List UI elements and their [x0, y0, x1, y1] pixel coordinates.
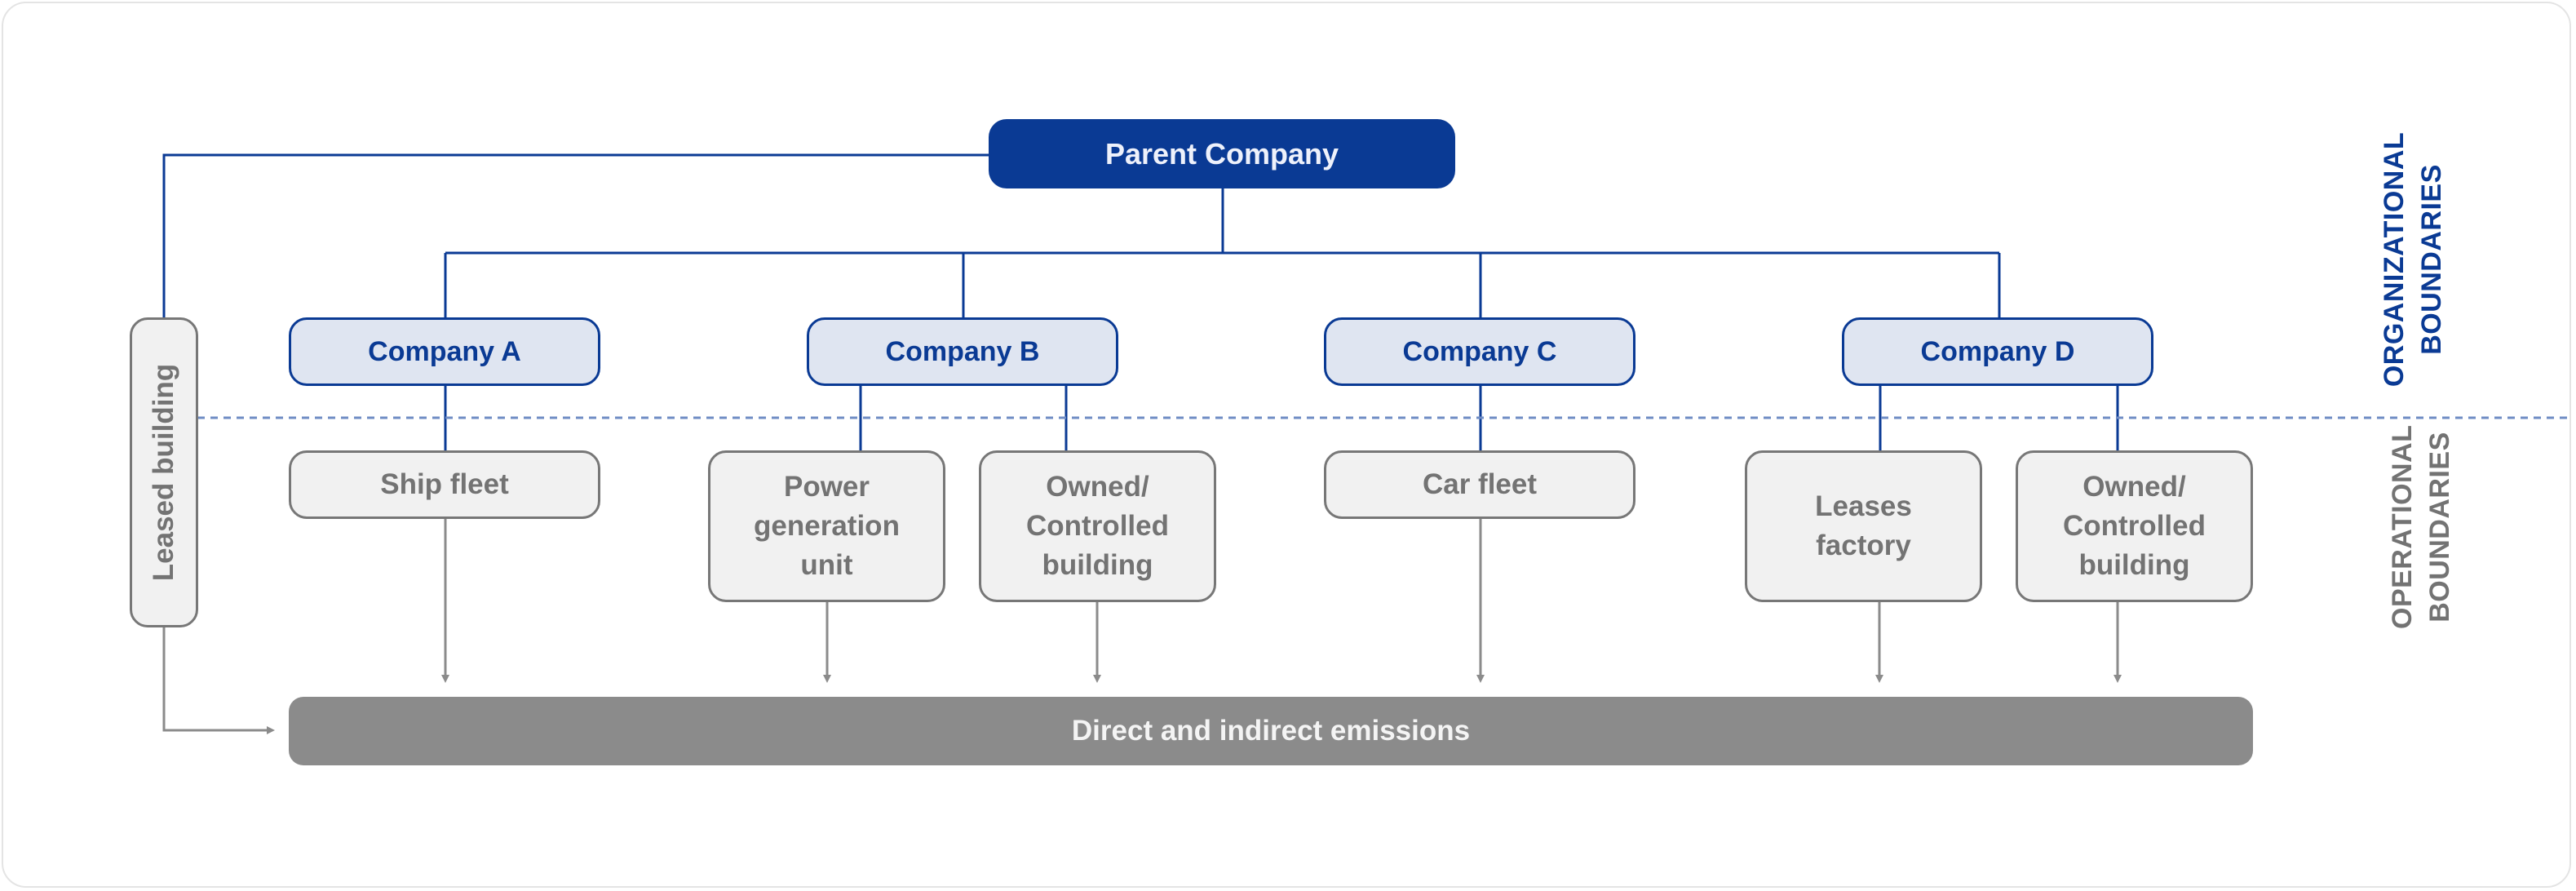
emissions-node[interactable]: Direct and indirect emissions	[289, 697, 2253, 765]
ship-fleet-node[interactable]: Ship fleet	[289, 450, 600, 519]
parent-company-node[interactable]: Parent Company	[989, 119, 1455, 188]
owned-controlled-building-b-node[interactable]: Owned/ Controlled building	[979, 450, 1216, 602]
leases-factory-node[interactable]: Leases factory	[1745, 450, 1982, 602]
owned-controlled-building-d-node[interactable]: Owned/ Controlled building	[2016, 450, 2253, 602]
owned-building-d-line-2: Controlled	[2063, 510, 2206, 542]
owned-building-d-line-1: Owned/	[2082, 471, 2186, 503]
power-generation-unit-node[interactable]: Power generation unit	[708, 450, 945, 602]
organizational-line-2: BOUNDARIES	[2416, 164, 2447, 355]
owned-building-b-line-1: Owned/	[1046, 471, 1149, 503]
company-d-label: Company D	[1920, 335, 2075, 367]
power-generation-line-1: Power	[783, 471, 870, 503]
arrow-leased-emissions	[162, 627, 275, 734]
emissions-label: Direct and indirect emissions	[1071, 715, 1471, 747]
parent-company-label: Parent Company	[1104, 136, 1339, 171]
operational-line-1: OPERATIONAL	[2387, 424, 2418, 629]
power-generation-line-3: unit	[800, 549, 853, 581]
power-generation-line-2: generation	[754, 510, 900, 542]
car-fleet-label: Car fleet	[1422, 468, 1538, 500]
company-d-node[interactable]: Company D	[1842, 317, 2153, 386]
leased-building-label: Leased building	[148, 363, 179, 582]
leases-factory-line-2: factory	[1816, 530, 1911, 561]
company-a-label: Company A	[368, 335, 521, 367]
ship-fleet-label: Ship fleet	[380, 468, 509, 500]
company-b-label: Company B	[885, 335, 1040, 367]
owned-building-b-line-3: building	[1042, 549, 1153, 581]
organizational-boundaries-label: ORGANIZATIONAL BOUNDARIES	[2375, 129, 2450, 390]
car-fleet-node[interactable]: Car fleet	[1324, 450, 1635, 519]
owned-building-b-line-2: Controlled	[1026, 510, 1169, 542]
leases-factory-line-1: Leases	[1815, 490, 1912, 522]
connector-parent-leased	[162, 153, 989, 317]
operational-line-2: BOUNDARIES	[2424, 432, 2455, 623]
organizational-line-1: ORGANIZATIONAL	[2379, 131, 2410, 388]
owned-building-d-line-3: building	[2078, 549, 2190, 581]
operational-boundaries-label: OPERATIONAL BOUNDARIES	[2383, 425, 2459, 629]
company-c-node[interactable]: Company C	[1324, 317, 1635, 386]
company-a-node[interactable]: Company A	[289, 317, 600, 386]
company-b-node[interactable]: Company B	[807, 317, 1118, 386]
company-c-label: Company C	[1402, 335, 1557, 367]
